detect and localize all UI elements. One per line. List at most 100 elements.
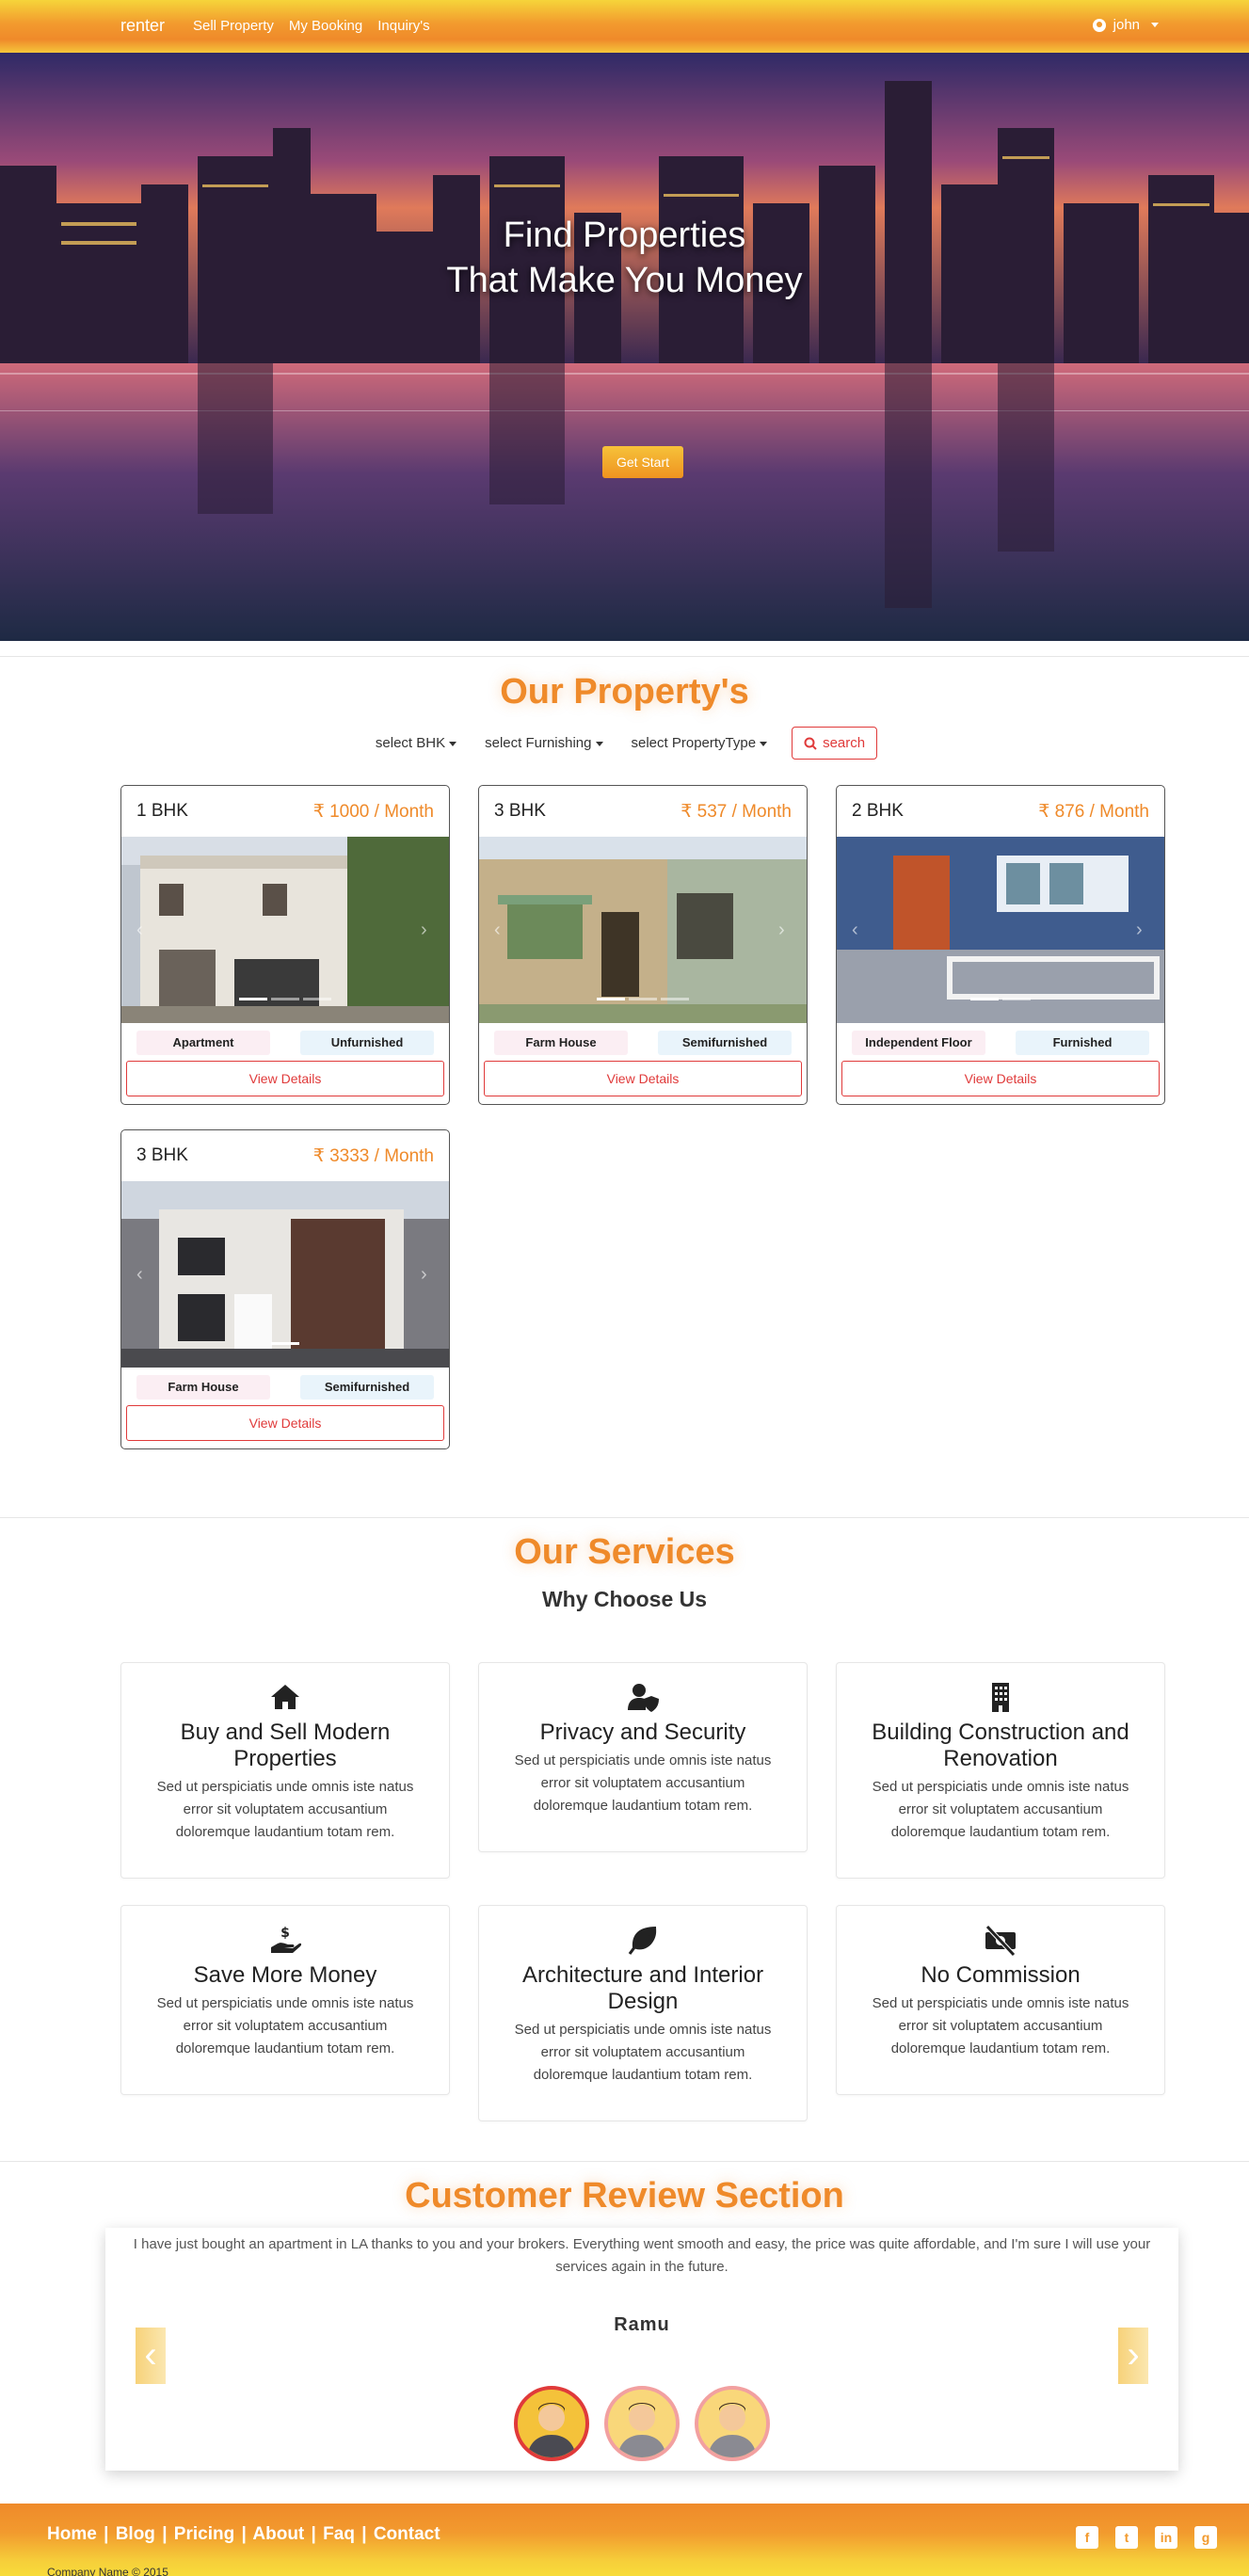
get-start-button[interactable]: Get Start bbox=[602, 446, 683, 478]
footer: Home | Blog | Pricing | About | Faq | Co… bbox=[0, 2504, 1249, 2576]
footer-link-blog[interactable]: Blog bbox=[116, 2524, 155, 2544]
footer-link-home[interactable]: Home bbox=[47, 2524, 97, 2544]
view-details-button[interactable]: View Details bbox=[126, 1061, 444, 1096]
card-tags: Apartment Unfurnished bbox=[136, 1031, 434, 1055]
carousel-dot[interactable] bbox=[303, 998, 331, 1000]
hero-title: Find Properties That Make You Money bbox=[0, 213, 1249, 303]
carousel-dot[interactable] bbox=[1002, 998, 1031, 1000]
nav-sell-property[interactable]: Sell Property bbox=[193, 18, 274, 34]
footer-link-contact[interactable]: Contact bbox=[374, 2524, 440, 2544]
property-image-carousel[interactable]: ‹ › bbox=[121, 837, 449, 1023]
facebook-icon[interactable]: f bbox=[1076, 2526, 1098, 2549]
carousel-next-icon[interactable]: › bbox=[778, 920, 792, 940]
card-bhk: 1 BHK bbox=[136, 801, 188, 821]
footer-link-about[interactable]: About bbox=[252, 2524, 304, 2544]
review-carousel: I have just bought an apartment in LA th… bbox=[105, 2228, 1178, 2471]
footer-link-pricing[interactable]: Pricing bbox=[174, 2524, 234, 2544]
social-links: f t in g bbox=[1076, 2526, 1217, 2549]
carousel-dot[interactable] bbox=[239, 998, 267, 1000]
carousel-dot[interactable] bbox=[271, 998, 299, 1000]
select-bhk-label: select BHK bbox=[375, 735, 446, 751]
carousel-prev-icon[interactable]: ‹ bbox=[136, 1264, 150, 1285]
carousel-dot[interactable] bbox=[629, 998, 657, 1000]
chevron-down-icon bbox=[595, 741, 603, 746]
avatar[interactable] bbox=[695, 2386, 770, 2461]
carousel-prev-icon[interactable]: ‹ bbox=[494, 920, 507, 940]
select-furnishing-dropdown[interactable]: select Furnishing bbox=[481, 728, 606, 759]
card-header: 3 BHK ₹ 537 / Month bbox=[479, 786, 807, 837]
nav-my-booking[interactable]: My Booking bbox=[289, 18, 362, 34]
divider bbox=[0, 2161, 1249, 2162]
no-money-icon bbox=[985, 1925, 1016, 1957]
reviews-heading: Customer Review Section bbox=[405, 2176, 844, 2216]
avatar[interactable] bbox=[514, 2386, 589, 2461]
chevron-left-icon: ‹ bbox=[144, 2334, 157, 2376]
property-type-tag: Farm House bbox=[136, 1375, 270, 1400]
carousel-dot[interactable] bbox=[271, 1342, 299, 1345]
select-propertytype-dropdown[interactable]: select PropertyType bbox=[628, 728, 772, 759]
footer-link-faq[interactable]: Faq bbox=[323, 2524, 355, 2544]
person-avatar-icon bbox=[708, 2403, 757, 2457]
carousel-dot[interactable] bbox=[597, 998, 625, 1000]
carousel-prev-icon[interactable]: ‹ bbox=[852, 920, 865, 940]
user-menu[interactable]: john bbox=[1092, 17, 1159, 33]
nav-inquiries[interactable]: Inquiry's bbox=[377, 18, 429, 34]
search-button[interactable]: search bbox=[792, 727, 878, 760]
card-header: 3 BHK ₹ 3333 / Month bbox=[121, 1130, 449, 1181]
property-photo bbox=[837, 837, 1164, 1023]
review-next-button[interactable]: › bbox=[1118, 2328, 1148, 2384]
city-skyline-image bbox=[0, 53, 1249, 641]
navbar: renter Sell Property My Booking Inquiry'… bbox=[0, 0, 1249, 53]
reviewer-avatars bbox=[105, 2386, 1178, 2461]
search-icon bbox=[804, 737, 817, 750]
carousel-dot[interactable] bbox=[970, 998, 999, 1000]
reviewer-name: Ramu bbox=[614, 2314, 670, 2335]
footer-separator: | bbox=[241, 2524, 247, 2544]
twitter-icon[interactable]: t bbox=[1115, 2526, 1138, 2549]
property-image-carousel[interactable]: ‹ › bbox=[121, 1181, 449, 1368]
carousel-next-icon[interactable]: › bbox=[1136, 920, 1149, 940]
property-card: 2 BHK ₹ 876 / Month ‹ › Independent Floo… bbox=[836, 785, 1165, 1105]
select-bhk-dropdown[interactable]: select BHK bbox=[372, 728, 460, 759]
carousel-dot[interactable] bbox=[661, 998, 689, 1000]
view-details-button[interactable]: View Details bbox=[484, 1061, 802, 1096]
nav-links: Sell Property My Booking Inquiry's bbox=[193, 18, 430, 34]
user-circle-icon bbox=[1092, 18, 1106, 32]
property-card: 1 BHK ₹ 1000 / Month ‹ › Apartment Unfur… bbox=[120, 785, 450, 1105]
carousel-next-icon[interactable]: › bbox=[421, 920, 434, 940]
select-furnishing-label: select Furnishing bbox=[485, 735, 592, 751]
review-prev-button[interactable]: ‹ bbox=[136, 2328, 166, 2384]
property-photo bbox=[479, 837, 807, 1023]
chevron-down-icon bbox=[1151, 23, 1159, 27]
user-name: john bbox=[1113, 17, 1140, 33]
view-details-button[interactable]: View Details bbox=[126, 1405, 444, 1441]
card-bhk: 3 BHK bbox=[136, 1145, 188, 1165]
github-icon[interactable]: g bbox=[1194, 2526, 1217, 2549]
services-heading: Our Services bbox=[514, 1532, 735, 1572]
hero-title-line2: That Make You Money bbox=[446, 261, 803, 300]
service-title: Save More Money bbox=[193, 1962, 377, 1988]
service-text: Sed ut perspiciatis unde omnis iste natu… bbox=[872, 1779, 1129, 1840]
brand-link[interactable]: renter bbox=[120, 16, 165, 36]
property-image-carousel[interactable]: ‹ › bbox=[837, 837, 1164, 1023]
select-propertytype-label: select PropertyType bbox=[631, 735, 757, 751]
avatar[interactable] bbox=[604, 2386, 680, 2461]
service-title: Building Construction and Renovation bbox=[872, 1720, 1129, 1771]
property-image-carousel[interactable]: ‹ › bbox=[479, 837, 807, 1023]
carousel-next-icon[interactable]: › bbox=[421, 1264, 434, 1285]
service-card: Architecture and Interior Design Sed ut … bbox=[478, 1905, 808, 2121]
chevron-down-icon bbox=[449, 741, 457, 746]
chevron-right-icon: › bbox=[1127, 2334, 1140, 2376]
card-tags: Farm House Semifurnished bbox=[494, 1031, 792, 1055]
chevron-down-icon bbox=[760, 741, 768, 746]
card-header: 2 BHK ₹ 876 / Month bbox=[837, 786, 1164, 837]
property-filters: select BHK select Furnishing select Prop… bbox=[0, 727, 1249, 760]
property-type-tag: Farm House bbox=[494, 1031, 628, 1055]
leaf-icon bbox=[628, 1927, 657, 1955]
linkedin-icon[interactable]: in bbox=[1155, 2526, 1177, 2549]
person-avatar-icon bbox=[527, 2403, 576, 2457]
carousel-prev-icon[interactable]: ‹ bbox=[136, 920, 150, 940]
card-price: ₹ 876 / Month bbox=[1038, 801, 1149, 822]
property-photo bbox=[121, 1181, 449, 1368]
view-details-button[interactable]: View Details bbox=[841, 1061, 1160, 1096]
